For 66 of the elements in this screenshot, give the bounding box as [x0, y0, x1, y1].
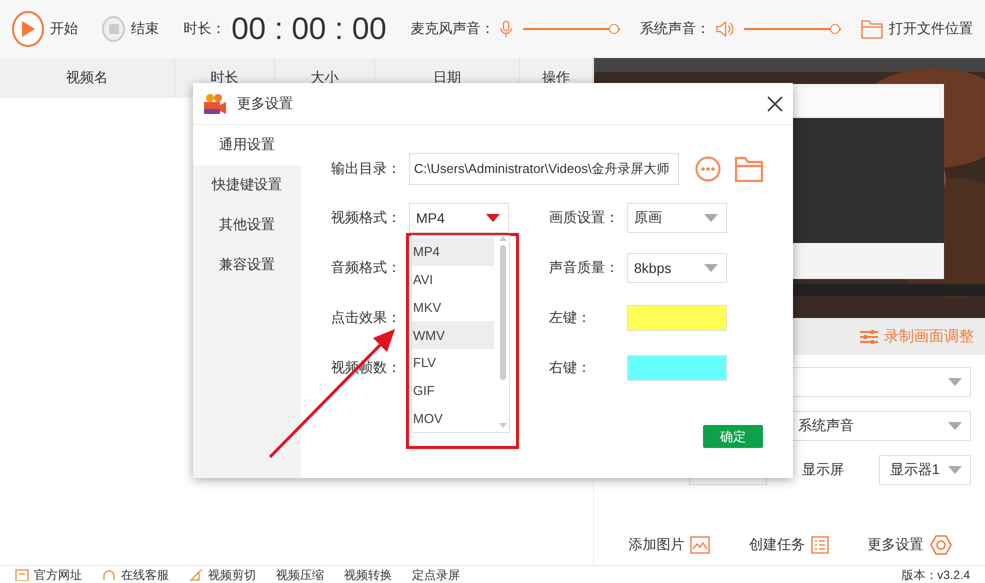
image-icon: [690, 536, 710, 554]
speaker-icon: [716, 20, 734, 38]
caret-icon: [486, 214, 500, 222]
volume-slider[interactable]: [744, 24, 842, 34]
color-swatch[interactable]: [627, 355, 727, 381]
dropdown-option[interactable]: WMV: [412, 321, 494, 349]
field-label: 左键：: [549, 309, 592, 327]
action-button[interactable]: 更多设置: [868, 535, 952, 555]
stop-button[interactable]: [102, 16, 126, 42]
caret-icon: [948, 378, 962, 386]
output-label: 输出目录：: [331, 160, 402, 178]
folder-icon: [861, 19, 884, 39]
megaphone-icon: [189, 569, 203, 581]
column-header: 视频名: [0, 58, 175, 98]
nav-tab[interactable]: 通用设置: [193, 125, 301, 165]
field-label: 视频格式：: [331, 209, 402, 227]
dropdown-option[interactable]: MP4: [412, 238, 494, 266]
caret-icon: [948, 466, 962, 474]
field-label: 点击效果：: [331, 309, 402, 327]
folder-icon[interactable]: [735, 156, 763, 182]
close-icon: [767, 96, 783, 112]
format-select[interactable]: MP4: [409, 203, 509, 233]
checklist-icon: [810, 536, 829, 554]
start-label: 开始: [50, 20, 78, 38]
footer-link[interactable]: 视频剪切: [189, 566, 256, 583]
footer-link[interactable]: 在线客服: [102, 566, 169, 583]
open-folder-button[interactable]: 打开文件位置: [861, 19, 974, 39]
footer-link[interactable]: 定点录屏: [412, 566, 460, 583]
scroll-up-icon[interactable]: [499, 236, 507, 241]
format-select[interactable]: 原画: [627, 203, 727, 233]
field-label: 声音质量：: [549, 259, 620, 277]
field-label: 音频格式：: [331, 259, 402, 277]
play-icon: [20, 21, 35, 37]
field-label: 右键：: [549, 359, 592, 377]
sliders-icon: [860, 328, 878, 344]
screen-label: 显示屏: [802, 461, 844, 479]
settings-icon: [930, 535, 952, 555]
color-swatch[interactable]: [627, 305, 727, 331]
microphone-icon: [500, 19, 513, 39]
version-label: 版本：v3.2.4: [901, 566, 970, 583]
start-button[interactable]: [12, 11, 44, 47]
duration-label: 时长：: [183, 20, 226, 38]
footer-link[interactable]: 视频压缩: [276, 566, 324, 583]
mic-label: 麦克风声音：: [410, 20, 494, 38]
footer-link[interactable]: 官方网址: [15, 566, 82, 583]
caret-icon: [948, 422, 962, 430]
panel-title: 录制画面调整: [884, 327, 974, 346]
format-select[interactable]: 8kbps: [627, 253, 727, 283]
headset-icon: [102, 569, 116, 581]
more-icon[interactable]: [695, 156, 721, 182]
path-field[interactable]: C:\Users\Administrator\Videos\金舟录屏大师: [409, 153, 679, 185]
caret-icon: [704, 264, 718, 272]
scroll-down-icon[interactable]: [499, 423, 507, 428]
action-button[interactable]: 添加图片: [628, 535, 710, 555]
volume-slider[interactable]: [522, 24, 620, 34]
system-sound-label: 系统声音：: [640, 20, 710, 38]
footer-link[interactable]: 视频转换: [344, 566, 392, 583]
caret-icon: [704, 214, 718, 222]
close-button[interactable]: [767, 96, 783, 112]
camera-icon: [203, 92, 227, 114]
document-icon: [15, 569, 29, 581]
stop-label: 结束: [131, 20, 160, 38]
timer: 00 : 00 : 00: [231, 11, 386, 47]
screen-select[interactable]: 显示器1: [878, 455, 971, 485]
action-button[interactable]: 创建任务: [748, 535, 829, 555]
field-label: 画质设置：: [549, 209, 620, 227]
